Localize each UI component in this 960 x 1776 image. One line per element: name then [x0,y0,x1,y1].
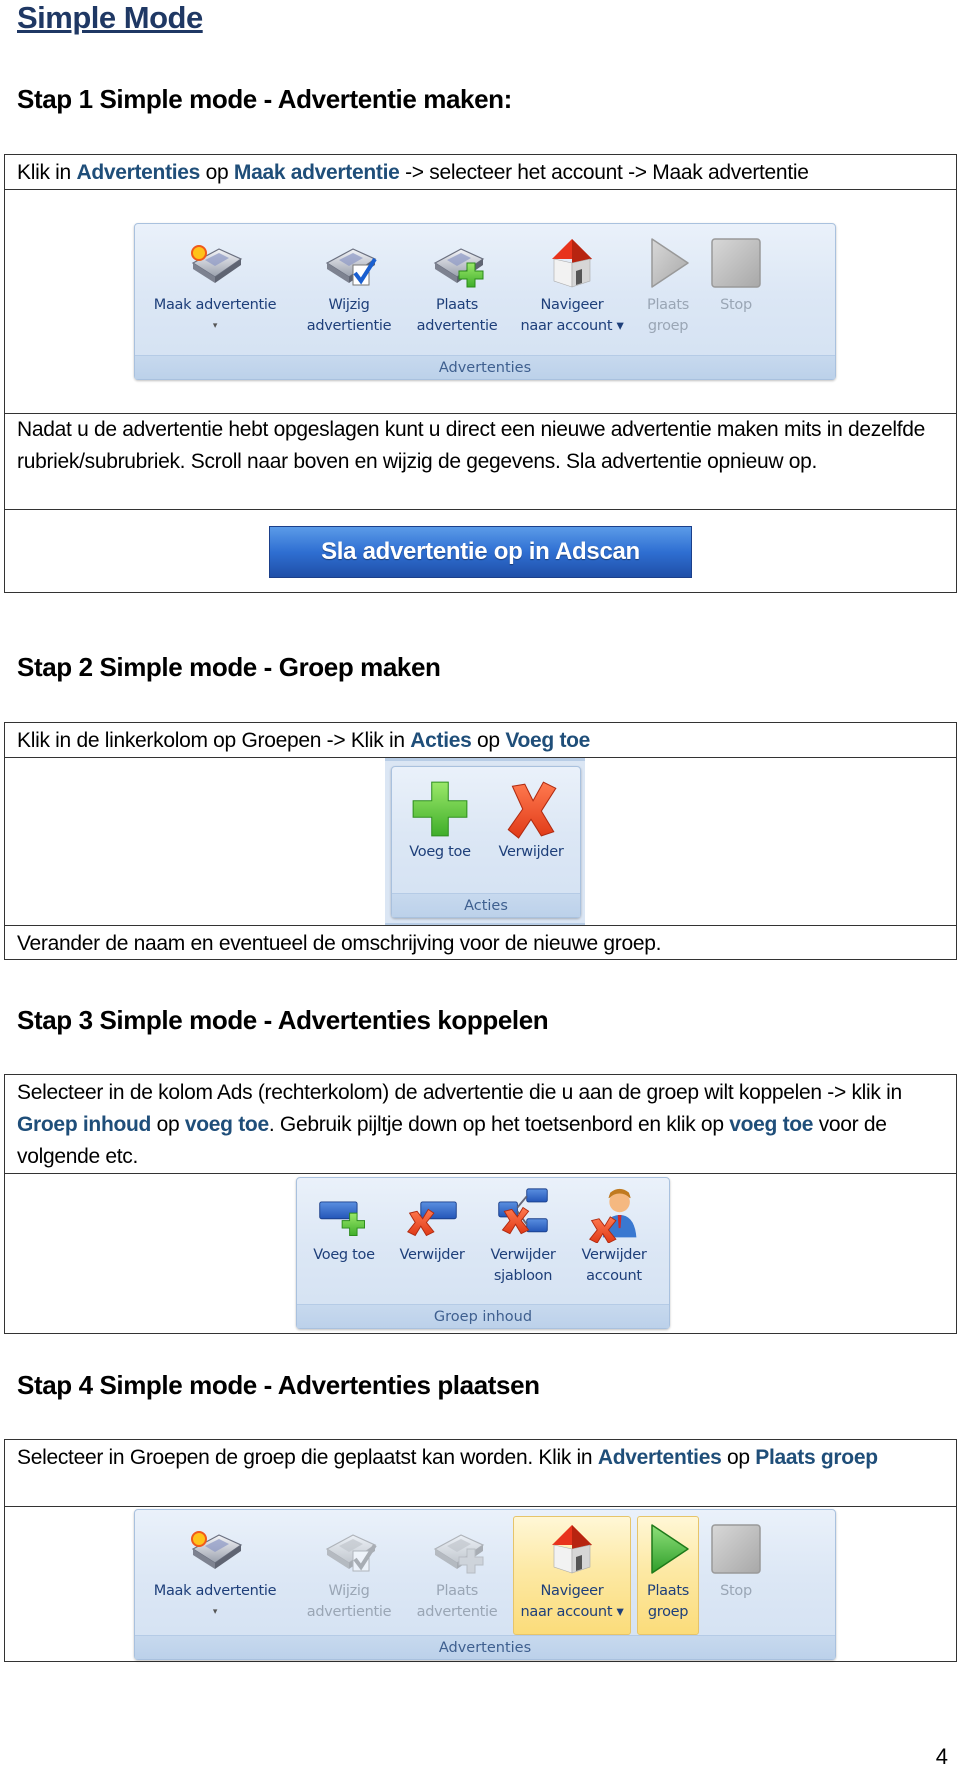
step1-note: Nadat u de advertentie hebt opgeslagen k… [5,413,956,509]
stop-button[interactable]: Stop [705,230,767,355]
voeg-toe-button[interactable]: Voeg toe [396,775,484,893]
ribbon-group-label: Advertenties [135,355,835,379]
step3-heading: Stap 3 Simple mode - Advertenties koppel… [17,1005,549,1035]
verwijder-account-button[interactable]: Verwijder account [571,1184,657,1304]
chevron-down-icon: ▾ [212,1607,218,1617]
step1-ribbon-cell: Maak advertentie ▾ Wijzig advertientie P… [5,189,956,413]
newspaper-edit-icon [326,248,377,286]
newspaper-add-icon [434,248,484,288]
plaats-advertentie-button[interactable]: Plaats advertentie [407,1516,507,1635]
step4-table: Selecteer in Groepen de groep die geplaa… [4,1439,957,1662]
link-voeg-toe: Voeg toe [505,729,591,752]
ribbon-advertenties: Maak advertentie ▾ Wijzig advertientie P… [134,1509,836,1660]
navigeer-naar-account-button[interactable]: Navigeer naar account ▾ [513,1516,631,1635]
newspaper-new-icon [191,245,242,284]
maak-advertentie-button[interactable]: Maak advertentie ▾ [139,230,291,355]
verwijder-button[interactable]: Verwijder [486,775,576,893]
newspaper-add-icon [434,1534,484,1574]
step3-instruction: Selecteer in de kolom Ads (rechterkolom)… [17,1081,902,1168]
play-icon [651,238,689,288]
account-remove-icon [589,1188,637,1243]
newspaper-new-icon [191,1531,242,1570]
link-acties: Acties [410,729,472,752]
groep-verwijder-button[interactable]: Verwijder [389,1184,475,1304]
page-number: 4 [935,1744,948,1769]
ribbon-advertenties: Maak advertentie ▾ Wijzig advertientie P… [134,223,836,380]
stop-icon [711,1524,761,1574]
newspaper-edit-icon [326,1534,377,1572]
save-in-adscan-button[interactable]: Sla advertentie op in Adscan [269,526,692,578]
ribbon-acties: Voeg toe Verwijder Acties [391,766,581,918]
maak-advertentie-button[interactable]: Maak advertentie ▾ [139,1516,291,1635]
step1-instruction: Klik in Advertenties op Maak advertentie… [17,161,809,184]
groep-voeg-toe-button[interactable]: Voeg toe [301,1184,387,1304]
house-icon [551,1524,593,1574]
ribbon-groep-inhoud: Voeg toe Verwijder Verwijder sjabloon Ve… [296,1177,670,1329]
step4-instruction: Selecteer in Groepen de groep die geplaa… [17,1446,878,1469]
link-voeg-toe-2: voeg toe [729,1113,814,1136]
step2-ribbon-cell: Voeg toe Verwijder Acties [5,757,956,925]
ribbon-group-label: Advertenties [135,1635,835,1659]
verwijder-sjabloon-button[interactable]: Verwijder sjabloon [477,1184,569,1304]
step4-ribbon-cell: Maak advertentie ▾ Wijzig advertientie P… [5,1506,956,1661]
link-advertenties: Advertenties [76,161,201,184]
link-groep-inhoud: Groep inhoud [17,1113,152,1136]
step2-table: Klik in de linkerkolom op Groepen -> Kli… [4,722,957,960]
step1-heading: Stap 1 Simple mode - Advertentie maken: [17,84,512,114]
ribbon-group-label: Groep inhoud [297,1304,669,1328]
play-icon [651,1524,689,1574]
page-title: Simple Mode [17,0,203,35]
navigeer-naar-account-button[interactable]: Navigeer naar account ▾ [513,230,631,355]
template-remove-icon [498,1188,548,1235]
step2-heading: Stap 2 Simple mode - Groep maken [17,652,441,682]
link-advertenties: Advertenties [597,1446,722,1469]
delete-x-icon [507,781,557,839]
ribbon-group-label: Acties [392,893,580,917]
group-add-icon [319,1201,365,1236]
stop-button[interactable]: Stop [705,1516,767,1635]
link-plaats-groep: Plaats groep [755,1446,878,1469]
step4-heading: Stap 4 Simple mode - Advertenties plaats… [17,1370,540,1400]
wijzig-advertentie-button[interactable]: Wijzig advertientie [297,1516,401,1635]
link-voeg-toe: voeg toe [184,1113,269,1136]
link-maak-advertentie: Maak advertentie [233,161,400,184]
group-remove-icon [407,1201,457,1237]
step3-table: Selecteer in de kolom Ads (rechterkolom)… [4,1074,957,1334]
plaats-advertentie-button[interactable]: Plaats advertentie [407,230,507,355]
step2-instruction: Klik in de linkerkolom op Groepen -> Kli… [17,729,591,752]
chevron-down-icon: ▾ [212,321,218,331]
stop-icon [711,238,761,288]
plus-icon [412,781,468,837]
house-icon [551,238,593,288]
wijzig-advertentie-button[interactable]: Wijzig advertientie [297,230,401,355]
plaats-groep-button[interactable]: Plaats groep [637,230,699,355]
plaats-groep-button[interactable]: Plaats groep [637,1516,699,1635]
step3-ribbon-cell: Voeg toe Verwijder Verwijder sjabloon Ve… [5,1173,956,1333]
step2-note: Verander de naam en eventueel de omschri… [5,925,956,959]
